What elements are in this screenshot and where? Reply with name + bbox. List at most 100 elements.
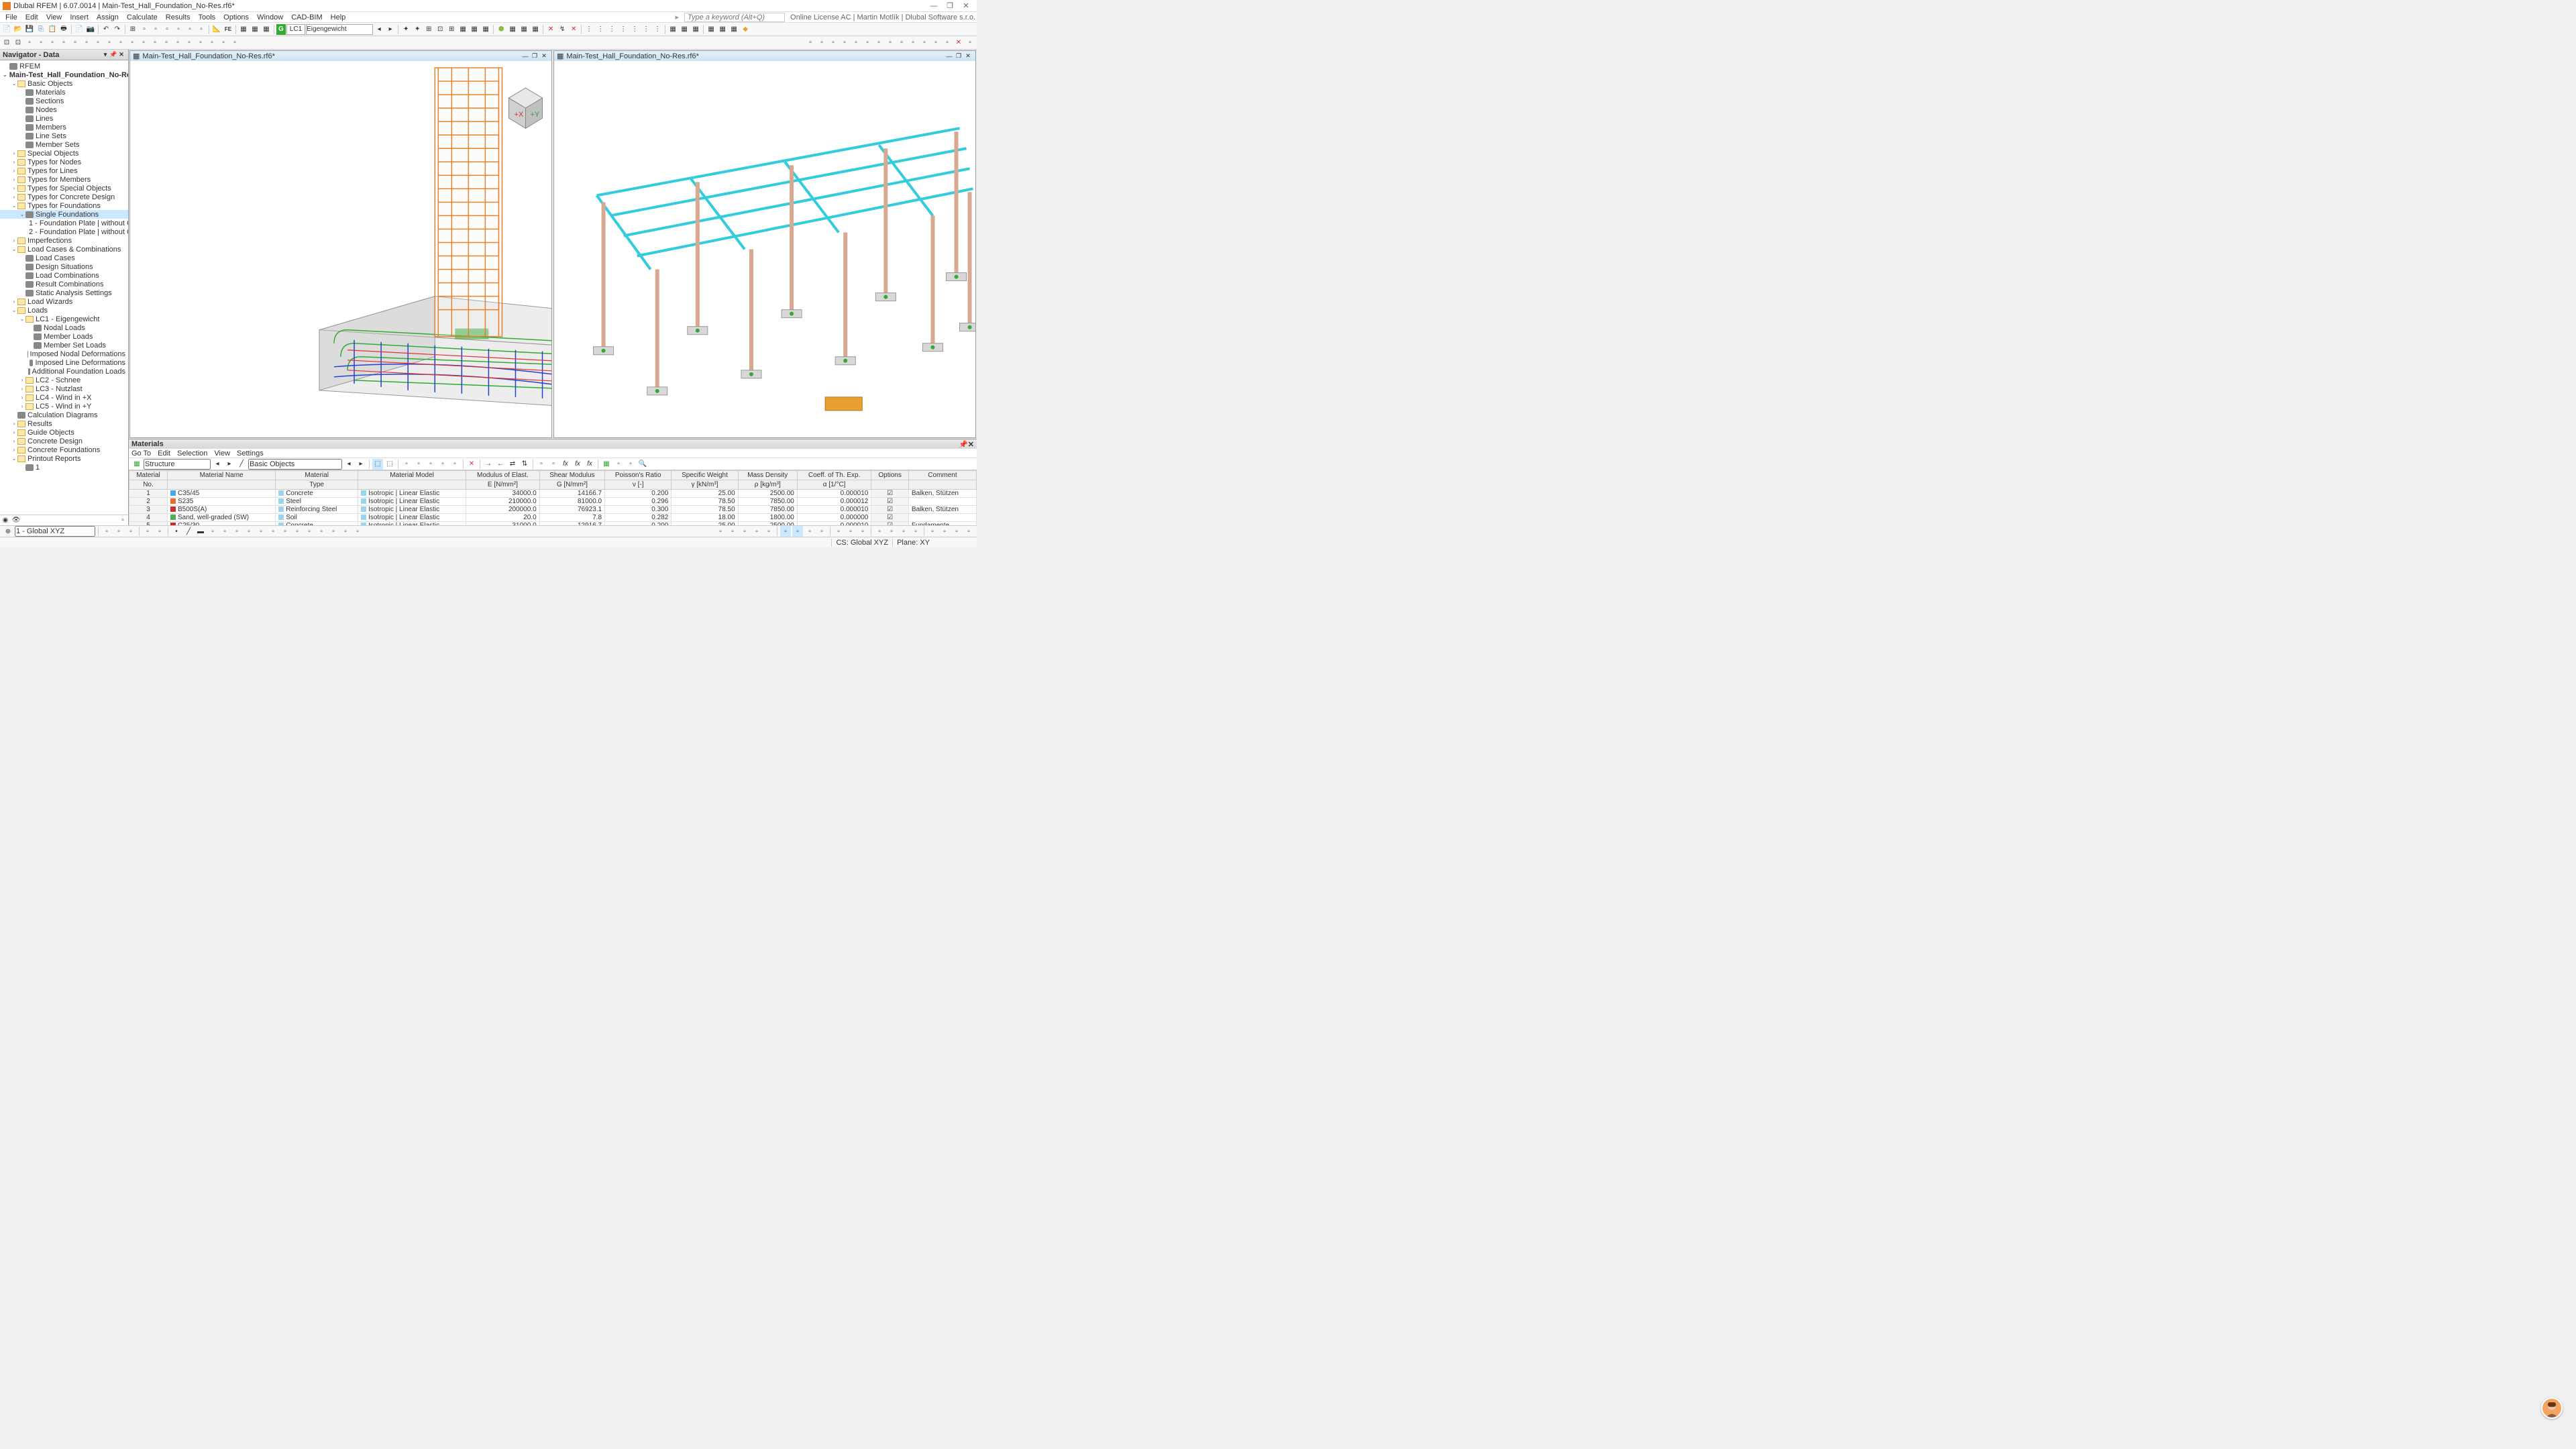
tree-node[interactable]: Load Combinations [0, 271, 128, 280]
keyword-search[interactable] [684, 13, 785, 22]
t2-aj[interactable]: ▫ [965, 38, 975, 48]
tool-j[interactable]: ▦ [507, 24, 518, 35]
tool-ac[interactable]: ◆ [740, 24, 751, 35]
menu-view[interactable]: View [42, 13, 66, 21]
t2-j[interactable]: ▫ [104, 38, 115, 48]
t2-n[interactable]: ▫ [150, 38, 160, 48]
q-13[interactable]: ▫ [292, 526, 303, 537]
report-icon[interactable]: 📄 [74, 24, 85, 35]
q-17[interactable]: ▫ [340, 526, 351, 537]
bp-close[interactable]: ✕ [968, 440, 974, 449]
t2-ae[interactable]: ▫ [908, 38, 918, 48]
q-r18[interactable]: ▫ [939, 526, 950, 537]
q-r5[interactable]: ▫ [763, 526, 774, 537]
tree-node[interactable]: ›LC3 - Nutzlast [0, 384, 128, 393]
view6-icon[interactable]: ▫ [196, 24, 207, 35]
tree-node[interactable]: Static Analysis Settings [0, 288, 128, 297]
bp-prev[interactable]: ◂ [212, 459, 223, 470]
bp-view[interactable]: View [214, 449, 230, 458]
menu-file[interactable]: File [1, 13, 21, 21]
tree-node[interactable]: Lines [0, 114, 128, 123]
tool-b[interactable]: ✦ [412, 24, 423, 35]
view-left-canvas[interactable]: +X +Y [130, 61, 551, 437]
material-row[interactable]: 2 S235 Steel Isotropic | Linear Elastic … [129, 498, 977, 506]
tree-node[interactable]: 2 - Foundation Plate | without Groundw [0, 227, 128, 236]
tool-a[interactable]: ✦ [400, 24, 411, 35]
q-6[interactable]: ▫ [207, 526, 218, 537]
t2-p[interactable]: ▫ [172, 38, 183, 48]
q-r4[interactable]: ▫ [751, 526, 762, 537]
t2-af[interactable]: ▫ [919, 38, 930, 48]
view4-icon[interactable]: ▫ [173, 24, 184, 35]
tree-node[interactable]: ⌄Loads [0, 306, 128, 315]
q-r6[interactable]: ▫ [780, 526, 791, 537]
snapshot-icon[interactable]: 📷 [85, 24, 96, 35]
tree-node[interactable]: RFEM [0, 62, 128, 70]
tree-node[interactable]: ›Concrete Design [0, 437, 128, 445]
tool-c[interactable]: ⊞ [423, 24, 434, 35]
tree-node[interactable]: Member Set Loads [0, 341, 128, 350]
q-18[interactable]: ▫ [352, 526, 363, 537]
t2-m[interactable]: ▫ [138, 38, 149, 48]
bp-t8[interactable]: → [483, 459, 494, 470]
copy-icon[interactable]: 📋 [47, 24, 58, 35]
menu-window[interactable]: Window [253, 13, 287, 21]
materials-grid[interactable]: MaterialMaterial NameMaterialMaterial Mo… [129, 470, 977, 525]
redo-icon[interactable]: ↷ [112, 24, 123, 35]
lc-id[interactable]: LC1 [286, 24, 305, 35]
tool-f[interactable]: ▦ [458, 24, 468, 35]
t2-ai[interactable]: ✕ [953, 38, 964, 48]
tool-w[interactable]: ▦ [667, 24, 678, 35]
bp-t15[interactable]: ▫ [625, 459, 636, 470]
menu-assign[interactable]: Assign [93, 13, 123, 21]
t2-x[interactable]: ▫ [828, 38, 839, 48]
tree-node[interactable]: Nodes [0, 105, 128, 114]
lc-name[interactable] [306, 24, 373, 35]
bp-t6[interactable]: ▫ [437, 459, 448, 470]
bp-fx3[interactable]: fx [584, 459, 595, 470]
q-r13[interactable]: ▫ [874, 526, 885, 537]
q-r20[interactable]: ▫ [963, 526, 974, 537]
tree-node[interactable]: ›LC4 - Wind in +X [0, 393, 128, 402]
q-cs-icon[interactable]: ⊕ [3, 526, 13, 537]
bp-next[interactable]: ▸ [224, 459, 235, 470]
q-r16[interactable]: ▫ [910, 526, 921, 537]
bp-t4[interactable]: ▫ [413, 459, 424, 470]
q-9[interactable]: ▫ [244, 526, 254, 537]
nav-foot-c[interactable]: ▫ [117, 515, 128, 526]
bp-fx2[interactable]: fx [572, 459, 583, 470]
tree-node[interactable]: Imposed Line Deformations [0, 358, 128, 367]
q-r3[interactable]: ▫ [739, 526, 750, 537]
tool-g[interactable]: ▦ [469, 24, 480, 35]
tree-node[interactable]: ›Special Objects [0, 149, 128, 158]
lc-badge[interactable]: G [276, 24, 286, 35]
tool-x[interactable]: ▦ [679, 24, 690, 35]
view-left-close[interactable]: ✕ [539, 52, 549, 60]
q-r12[interactable]: ▫ [857, 526, 868, 537]
q-12[interactable]: ▫ [280, 526, 290, 537]
t2-aa[interactable]: ▫ [862, 38, 873, 48]
t2-l[interactable]: ▫ [127, 38, 138, 48]
nav-foot-a[interactable]: ◉ [0, 515, 11, 526]
calc-icon[interactable]: ▦ [238, 24, 249, 35]
tool-aa[interactable]: ▦ [717, 24, 728, 35]
q-r11[interactable]: ▫ [845, 526, 856, 537]
t2-ad[interactable]: ▫ [896, 38, 907, 48]
bp-search[interactable]: 🔍 [637, 459, 648, 470]
maximize-button[interactable]: ❐ [942, 1, 958, 10]
bp-t10[interactable]: ⇄ [507, 459, 518, 470]
t2-a[interactable]: ⊡ [1, 38, 12, 48]
bp-settings[interactable]: Settings [237, 449, 264, 458]
new-icon[interactable]: 📄 [1, 24, 12, 35]
q-line[interactable]: ╱ [183, 526, 194, 537]
tree-node[interactable]: ⌄Printout Reports [0, 454, 128, 463]
tool-z[interactable]: ▦ [706, 24, 716, 35]
tool-p[interactable]: ⋮ [584, 24, 594, 35]
undo-icon[interactable]: ↶ [101, 24, 111, 35]
q-r14[interactable]: ▫ [886, 526, 897, 537]
tree-node[interactable]: Line Sets [0, 131, 128, 140]
save-icon[interactable]: 💾 [24, 24, 35, 35]
t2-b[interactable]: ⊡ [13, 38, 23, 48]
lc-next[interactable]: ▸ [385, 24, 396, 35]
q-3[interactable]: ▫ [125, 526, 136, 537]
